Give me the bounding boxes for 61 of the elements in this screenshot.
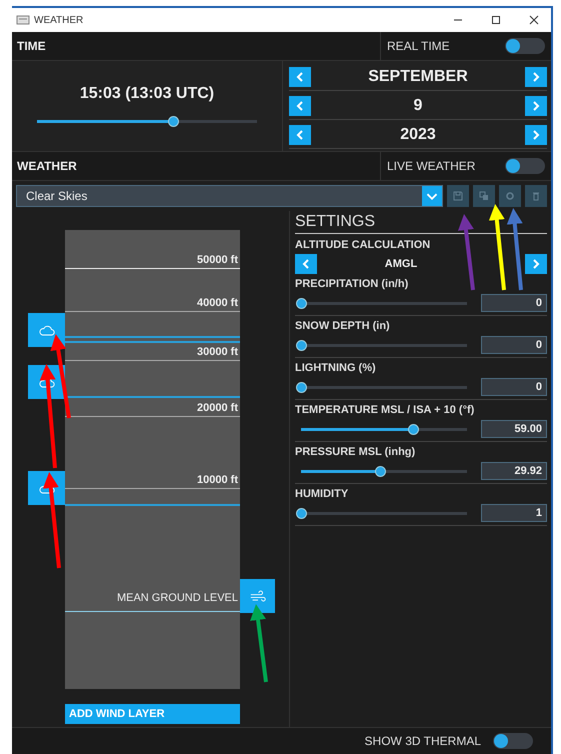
trash-icon	[531, 191, 541, 201]
altitude-label: 40000 ft	[197, 297, 238, 309]
wind-icon	[248, 590, 266, 602]
altitude-label: 20000 ft	[197, 402, 238, 414]
chevron-left-icon	[296, 72, 304, 82]
date-value: 2023	[399, 126, 437, 144]
setting-label: TEMPERATURE MSL / ISA + 10 (°f)	[295, 404, 476, 416]
save-icon	[453, 191, 463, 201]
toggle-label: LIVE WEATHER	[387, 159, 476, 173]
setting-label: PRECIPITATION (in/h)	[295, 278, 410, 290]
previous-button[interactable]	[289, 66, 311, 86]
toggle-switch[interactable]	[505, 158, 545, 174]
next-button[interactable]	[525, 66, 547, 86]
altitude-label: 50000 ft	[197, 254, 238, 266]
altitude-label: 30000 ft	[197, 346, 238, 358]
value-field[interactable]: 29.92	[481, 462, 547, 480]
close-icon[interactable]	[529, 15, 539, 25]
settings-title: SETTINGS	[295, 213, 547, 234]
time-readout: 15:03 (13:03 UTC)	[80, 85, 214, 103]
next-button[interactable]	[525, 124, 547, 144]
previous-button[interactable]	[289, 96, 311, 116]
chevron-right-icon	[532, 72, 540, 82]
app-icon	[16, 15, 30, 25]
copy-icon	[479, 191, 489, 201]
setting-label: LIGHTNING (%)	[295, 362, 377, 374]
ground-label: MEAN GROUND LEVEL	[116, 592, 238, 604]
cloud-icon	[38, 376, 56, 388]
chevron-left-icon	[296, 130, 304, 140]
altitude-label: 10000 ft	[197, 474, 238, 486]
chevron-left-icon	[302, 259, 310, 269]
toggle-switch[interactable]	[505, 38, 545, 54]
section-title: TIME	[16, 39, 47, 53]
value-field[interactable]: 0	[481, 378, 547, 396]
window-title: WEATHER	[34, 14, 84, 26]
setting-label: HUMIDITY	[295, 488, 350, 500]
value-field[interactable]: 0	[481, 294, 547, 312]
wind-layer-button[interactable]	[240, 579, 275, 613]
chevron-left-icon	[296, 100, 304, 110]
chevron-right-icon	[532, 130, 540, 140]
toggle-label: REAL TIME	[387, 39, 450, 53]
chevron-right-icon	[532, 100, 540, 110]
date-value: 9	[412, 96, 424, 114]
date-value: SEPTEMBER	[367, 68, 469, 86]
toggle-switch[interactable]	[493, 733, 533, 749]
next-button[interactable]	[525, 96, 547, 116]
toggle-label: SHOW 3D THERMAL	[364, 734, 481, 748]
maximize-icon[interactable]	[491, 15, 501, 25]
setting-label: ALTITUDE CALCULATION	[295, 239, 432, 251]
value-field[interactable]: 1	[481, 504, 547, 522]
value-field[interactable]: 59.00	[481, 420, 547, 438]
altitude-mode-value: AMGL	[384, 258, 418, 270]
value-field[interactable]: 0	[481, 336, 547, 354]
chevron-down-icon	[422, 186, 442, 206]
setting-label: SNOW DEPTH (in)	[295, 320, 391, 332]
setting-label: PRESSURE MSL (inhg)	[295, 446, 416, 458]
cloud-layer-button[interactable]	[28, 313, 65, 347]
previous-button[interactable]	[289, 124, 311, 144]
preset-dropdown[interactable]: Clear Skies	[16, 185, 443, 207]
cloud-icon	[38, 324, 56, 336]
section-title: WEATHER	[16, 159, 78, 173]
chevron-right-icon	[532, 259, 540, 269]
